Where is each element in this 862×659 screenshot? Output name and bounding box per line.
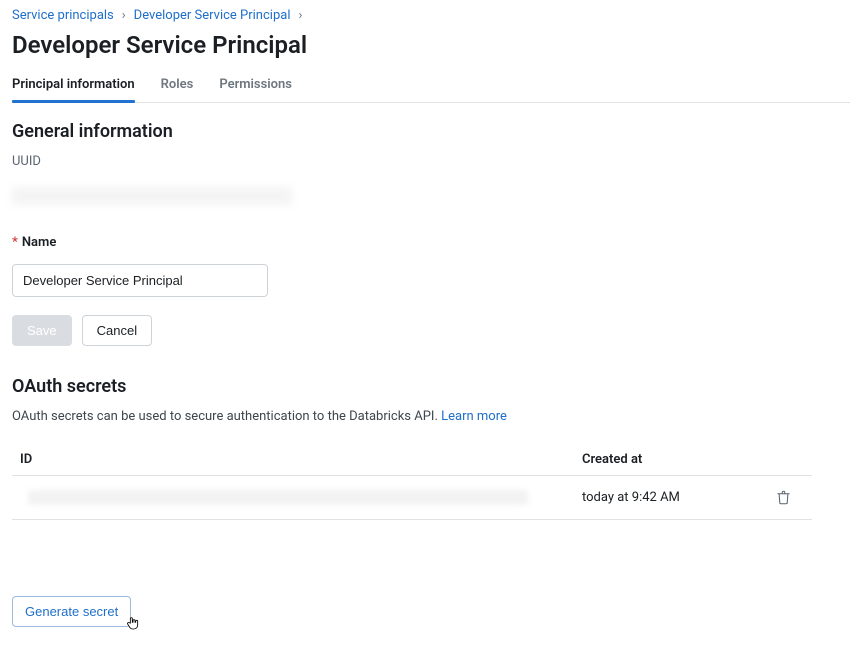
breadcrumb-root[interactable]: Service principals (12, 8, 114, 23)
tabs: Principal information Roles Permissions (12, 69, 850, 103)
trash-icon (776, 490, 791, 505)
oauth-description: OAuth secrets can be used to secure auth… (12, 409, 850, 424)
chevron-right-icon: › (296, 8, 304, 23)
chevron-right-icon: › (120, 8, 128, 23)
general-information-heading: General information (12, 121, 850, 142)
breadcrumb: Service principals › Developer Service P… (12, 8, 850, 23)
generate-secret-button[interactable]: Generate secret (12, 596, 131, 627)
tab-principal-information[interactable]: Principal information (12, 69, 135, 102)
page-title: Developer Service Principal (12, 31, 850, 59)
name-input[interactable] (12, 264, 268, 297)
tab-roles[interactable]: Roles (161, 69, 194, 102)
column-header-id: ID (12, 452, 582, 467)
cancel-button[interactable]: Cancel (82, 315, 152, 346)
table-row: today at 9:42 AM (12, 476, 812, 520)
delete-secret-button[interactable] (772, 486, 795, 509)
uuid-value-redacted (12, 187, 292, 205)
breadcrumb-current[interactable]: Developer Service Principal (134, 8, 291, 23)
secret-created-at: today at 9:42 AM (582, 490, 772, 505)
save-button: Save (12, 315, 72, 346)
secret-id-redacted (28, 490, 528, 505)
uuid-label: UUID (12, 154, 850, 169)
tab-permissions[interactable]: Permissions (219, 69, 292, 102)
oauth-secrets-heading: OAuth secrets (12, 376, 850, 397)
required-asterisk: * (12, 235, 18, 250)
oauth-secrets-table: ID Created at today at 9:42 AM (12, 444, 812, 520)
name-label: *Name (12, 235, 850, 250)
column-header-created-at: Created at (582, 452, 772, 467)
learn-more-link[interactable]: Learn more (441, 409, 507, 424)
